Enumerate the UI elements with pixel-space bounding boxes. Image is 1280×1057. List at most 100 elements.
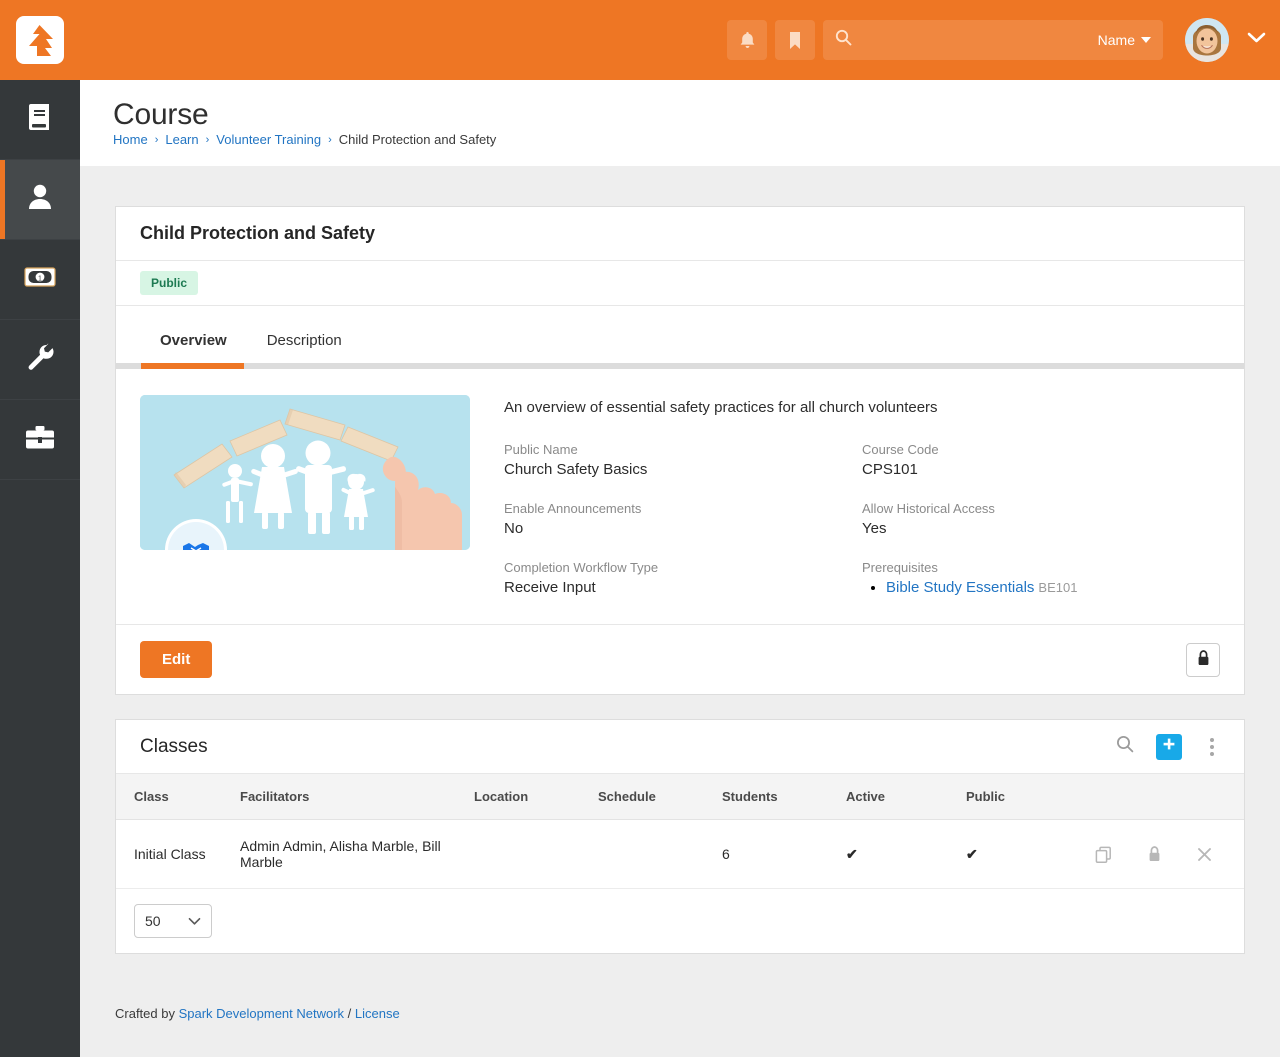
add-class-button[interactable] xyxy=(1156,733,1182,760)
field-label: Allow Historical Access xyxy=(862,501,995,516)
search-icon[interactable] xyxy=(1116,735,1134,758)
plus-icon xyxy=(1162,737,1176,756)
cell-class: Initial Class xyxy=(116,819,240,889)
top-navigation-bar: Name xyxy=(0,0,1280,80)
avatar[interactable] xyxy=(1185,18,1229,62)
briefcase-icon xyxy=(25,425,55,455)
topbar-actions: Name xyxy=(727,0,1266,80)
course-image xyxy=(140,395,470,550)
page-header: Course Home › Learn › Volunteer Training… xyxy=(80,80,1280,166)
cell-location xyxy=(474,819,598,889)
global-search[interactable]: Name xyxy=(823,20,1163,60)
classes-table: Class Facilitators Location Schedule Stu… xyxy=(116,774,1244,889)
field-course-code: Course Code CPS101 xyxy=(862,442,1220,478)
breadcrumb-item-current: Child Protection and Safety xyxy=(338,132,497,147)
wrench-icon xyxy=(26,343,54,376)
field-value: Church Safety Basics xyxy=(504,461,648,478)
table-header: Class Facilitators Location Schedule Stu… xyxy=(116,774,1244,820)
lock-icon xyxy=(1197,650,1210,669)
classes-panel-actions xyxy=(1116,733,1220,760)
classes-panel: Classes Class Facilitators Location Sche… xyxy=(115,719,1245,954)
breadcrumb-item-learn[interactable]: Learn xyxy=(165,132,198,147)
security-lock-button[interactable] xyxy=(1186,642,1220,677)
sidebar-item-people[interactable] xyxy=(0,160,80,240)
sidebar-item-toolbox[interactable] xyxy=(0,400,80,480)
field-label: Prerequisites xyxy=(862,560,938,575)
field-value: CPS101 xyxy=(862,461,918,478)
field-allow-historical-access: Allow Historical Access Yes xyxy=(862,501,1220,537)
sidebar-item-content[interactable] xyxy=(0,80,80,160)
bookmark-icon[interactable] xyxy=(775,20,815,60)
prerequisite-link[interactable]: Bible Study Essentials xyxy=(886,579,1034,596)
main-content: Child Protection and Safety Public Overv… xyxy=(80,166,1280,1057)
field-value: Yes xyxy=(862,520,887,537)
delete-icon[interactable] xyxy=(1197,847,1212,862)
breadcrumb-separator-icon: › xyxy=(154,133,159,146)
field-label: Public Name xyxy=(504,442,578,457)
table-header-row: Class Facilitators Location Schedule Stu… xyxy=(116,774,1244,820)
column-header-facilitators[interactable]: Facilitators xyxy=(240,774,474,820)
column-header-public[interactable]: Public xyxy=(966,774,1086,820)
rock-rms-logo[interactable] xyxy=(16,16,64,64)
classes-panel-header: Classes xyxy=(116,720,1244,774)
prerequisite-code: BE101 xyxy=(1038,580,1078,595)
sidebar-item-admin-tools[interactable] xyxy=(0,320,80,400)
user-menu-chevron-down-icon[interactable] xyxy=(1247,31,1266,49)
course-description: An overview of essential safety practice… xyxy=(504,399,938,416)
cell-row-actions xyxy=(1086,819,1244,889)
course-status-row: Public xyxy=(116,261,1244,306)
kebab-menu-icon[interactable] xyxy=(1204,734,1220,760)
field-enable-announcements: Enable Announcements No xyxy=(504,501,862,537)
column-header-active[interactable]: Active xyxy=(846,774,966,820)
svg-text:1: 1 xyxy=(38,275,42,282)
field-value: Receive Input xyxy=(504,579,596,596)
search-input[interactable] xyxy=(860,21,1098,59)
column-header-schedule[interactable]: Schedule xyxy=(598,774,722,820)
breadcrumb-separator-icon: › xyxy=(328,133,332,146)
tab-description[interactable]: Description xyxy=(247,326,362,363)
classes-title: Classes xyxy=(140,735,208,757)
sidebar-item-finance[interactable]: 1 xyxy=(0,240,80,320)
lock-icon[interactable] xyxy=(1148,846,1161,862)
cell-public-check: ✔ xyxy=(966,819,1086,889)
page-title: Course xyxy=(113,98,209,131)
cell-active-check: ✔ xyxy=(846,819,966,889)
breadcrumb-item-volunteer-training[interactable]: Volunteer Training xyxy=(216,132,321,147)
spark-development-network-link[interactable]: Spark Development Network xyxy=(179,1006,344,1021)
page-size-select[interactable]: 50 xyxy=(134,904,212,938)
cell-facilitators: Admin Admin, Alisha Marble, Bill Marble xyxy=(240,819,474,889)
search-scope-label: Name xyxy=(1097,32,1135,48)
column-header-location[interactable]: Location xyxy=(474,774,598,820)
footer-credit: Crafted by Spark Development Network / L… xyxy=(115,1006,400,1021)
book-icon xyxy=(27,103,53,136)
field-label: Completion Workflow Type xyxy=(504,560,659,575)
prerequisite-list: Bible Study Essentials BE101 xyxy=(886,579,1220,596)
tab-overview[interactable]: Overview xyxy=(140,326,247,363)
chevron-down-icon xyxy=(1141,37,1151,43)
table-body: Initial Class Admin Admin, Alisha Marble… xyxy=(116,819,1244,889)
breadcrumb: Home › Learn › Volunteer Training › Chil… xyxy=(113,132,496,147)
field-public-name: Public Name Church Safety Basics xyxy=(504,442,862,478)
footer-divider: / xyxy=(344,1006,355,1021)
license-link[interactable]: License xyxy=(355,1006,400,1021)
course-details: An overview of essential safety practice… xyxy=(504,395,1220,596)
copy-icon[interactable] xyxy=(1095,846,1112,863)
tab-active-indicator xyxy=(141,363,244,369)
list-item: Bible Study Essentials BE101 xyxy=(886,579,1220,596)
money-bill-icon: 1 xyxy=(24,266,56,293)
bell-icon[interactable] xyxy=(727,20,767,60)
search-icon xyxy=(835,29,852,51)
field-completion-workflow-type: Completion Workflow Type Receive Input xyxy=(504,560,862,596)
course-panel-header: Child Protection and Safety xyxy=(116,207,1244,261)
footer-prefix: Crafted by xyxy=(115,1006,179,1021)
breadcrumb-item-home[interactable]: Home xyxy=(113,132,148,147)
breadcrumb-separator-icon: › xyxy=(205,133,210,146)
search-scope-selector[interactable]: Name xyxy=(1098,32,1151,48)
edit-button[interactable]: Edit xyxy=(140,641,213,678)
column-header-students[interactable]: Students xyxy=(722,774,846,820)
cell-schedule xyxy=(598,819,722,889)
column-header-class[interactable]: Class xyxy=(116,774,240,820)
column-header-actions xyxy=(1086,774,1244,820)
table-row[interactable]: Initial Class Admin Admin, Alisha Marble… xyxy=(116,819,1244,889)
person-icon xyxy=(27,183,53,216)
